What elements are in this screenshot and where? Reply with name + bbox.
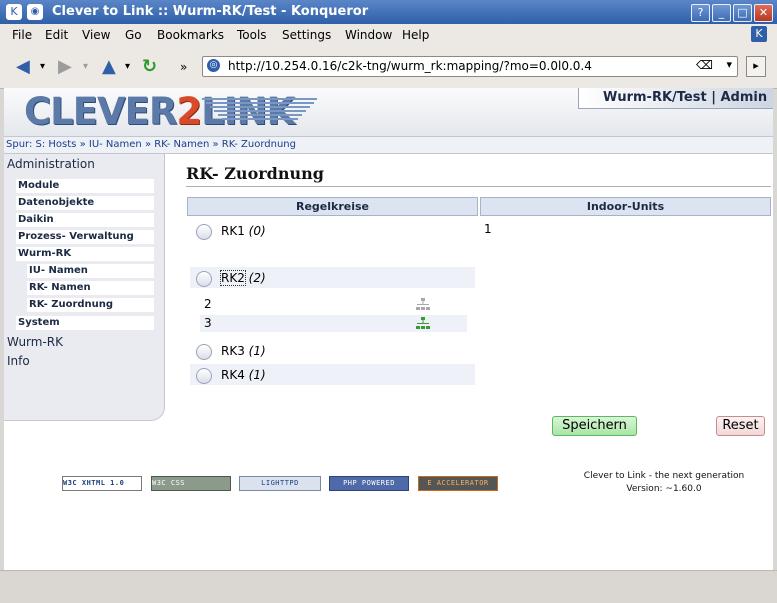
site-favicon-icon: ◎: [207, 59, 220, 72]
sidebar-item-daikin[interactable]: Daikin: [16, 213, 154, 227]
column-header-regelkreise: Regelkreise: [187, 197, 478, 216]
site-header: CLEVER2LINK Wurm-RK/Test | Admin: [4, 88, 773, 137]
rk-row-rk3[interactable]: RK3 (1): [190, 340, 475, 361]
sidebar-item-rk-zuordnung[interactable]: RK- Zuordnung: [27, 298, 154, 312]
status-bar: [0, 570, 777, 603]
up-icon[interactable]: ▲: [102, 56, 116, 77]
breadcrumb-text[interactable]: Spur: S: Hosts » IU- Namen » RK- Namen »…: [6, 139, 296, 150]
sidebar: Administration Module Datenobjekte Daiki…: [4, 154, 165, 421]
rk2-unit-row[interactable]: 2: [200, 296, 467, 313]
rk-row-rk4[interactable]: RK4 (1): [190, 364, 475, 385]
go-button[interactable]: ▸: [746, 56, 766, 77]
rk1-count: (0): [248, 224, 266, 238]
close-button[interactable]: ✕: [754, 4, 773, 22]
breadcrumb[interactable]: Spur: S: Hosts » IU- Namen » RK- Namen »…: [4, 137, 773, 154]
sidebar-item-wurm-rk[interactable]: Wurm-RK: [5, 334, 155, 350]
rk2-count: (2): [248, 271, 266, 285]
forward-dropdown-icon[interactable]: ▾: [83, 61, 88, 72]
footer-version: Version: ~1.60.0: [626, 484, 702, 494]
rk-row-rk2[interactable]: RK2 (2): [190, 267, 475, 288]
sidebar-item-iu-namen[interactable]: IU- Namen: [27, 264, 154, 278]
up-dropdown-icon[interactable]: ▾: [125, 61, 130, 72]
sidebar-item-system[interactable]: System: [16, 316, 154, 330]
menu-edit[interactable]: Edit: [45, 28, 68, 42]
menu-bookmarks[interactable]: Bookmarks: [157, 28, 224, 42]
php-powered-badge[interactable]: PHP POWERED: [329, 476, 409, 491]
menu-go[interactable]: Go: [125, 28, 142, 42]
navigation-toolbar: ◀ ▾ ▶ ▾ ▲ ▾ ↻ » ◎ http://10.254.0.16/c2k…: [0, 46, 777, 89]
url-input[interactable]: ◎ http://10.254.0.16/c2k-tng/wurm_rk:map…: [202, 56, 738, 77]
reset-button[interactable]: Reset: [716, 416, 765, 436]
rk2-label: RK2: [220, 270, 246, 286]
eaccelerator-badge[interactable]: E ACCELERATOR: [418, 476, 498, 491]
tree-grey-icon[interactable]: [416, 298, 430, 312]
menu-view[interactable]: View: [82, 28, 110, 42]
konqueror-app-icon[interactable]: K: [6, 4, 22, 20]
menu-settings[interactable]: Settings: [282, 28, 331, 42]
more-icon[interactable]: »: [180, 60, 187, 74]
sidebar-item-datenobjekte[interactable]: Datenobjekte: [16, 196, 154, 210]
menu-bar: File Edit View Go Bookmarks Tools Settin…: [0, 24, 777, 46]
menu-help[interactable]: Help: [402, 28, 429, 42]
rk1-radio[interactable]: [196, 224, 212, 240]
window-menu-icon[interactable]: ◉: [27, 4, 43, 20]
unit-value: 2: [204, 297, 212, 311]
rk4-label: RK4: [221, 368, 245, 382]
sidebar-item-administration[interactable]: Administration: [5, 156, 155, 172]
url-text[interactable]: http://10.254.0.16/c2k-tng/wurm_rk:mappi…: [228, 59, 592, 73]
kde-logo-icon: K: [751, 26, 767, 42]
back-icon[interactable]: ◀: [16, 56, 30, 77]
tree-green-icon[interactable]: [416, 317, 430, 331]
w3c-css-badge[interactable]: W3C CSS: [151, 476, 231, 491]
lighttpd-badge[interactable]: LIGHTTPD: [239, 476, 321, 491]
rk4-radio[interactable]: [196, 368, 212, 384]
rk2-unit-row[interactable]: 3: [200, 315, 467, 332]
minimize-button[interactable]: _: [712, 4, 731, 22]
rk-row-rk1[interactable]: RK1 (0): [190, 220, 475, 241]
w3c-xhtml-badge[interactable]: W3C XHTML 1.0: [62, 476, 142, 491]
help-window-button[interactable]: ?: [691, 4, 710, 22]
unit-value: 3: [204, 316, 212, 330]
rk1-label: RK1: [221, 224, 245, 238]
column-header-indoor-units: Indoor-Units: [480, 197, 771, 216]
url-history-dropdown-icon[interactable]: ▾: [726, 58, 732, 71]
rk4-count: (1): [248, 368, 266, 382]
back-dropdown-icon[interactable]: ▾: [40, 61, 45, 72]
web-page: CLEVER2LINK Wurm-RK/Test | Admin Spur: S…: [4, 88, 773, 570]
rk3-label: RK3: [221, 344, 245, 358]
forward-icon[interactable]: ▶: [58, 56, 72, 77]
sidebar-item-info[interactable]: Info: [5, 353, 155, 369]
save-button[interactable]: Speichern: [552, 416, 637, 436]
window-titlebar[interactable]: K ◉ Clever to Link :: Wurm-RK/Test - Kon…: [0, 0, 777, 24]
page-title: RK- Zuordnung: [186, 164, 324, 183]
rk3-radio[interactable]: [196, 344, 212, 360]
footer-info: Clever to Link - the next generation Ver…: [574, 470, 754, 496]
sidebar-item-wurm-rk-admin[interactable]: Wurm-RK: [16, 247, 154, 261]
footer-tagline: Clever to Link - the next generation: [583, 471, 745, 481]
rk3-count: (1): [248, 344, 266, 358]
reload-icon[interactable]: ↻: [142, 56, 157, 77]
title-divider: [186, 186, 771, 187]
user-context-text: Wurm-RK/Test | Admin: [603, 90, 768, 105]
window-title: Clever to Link :: Wurm-RK/Test - Konquer…: [52, 4, 369, 19]
menu-tools[interactable]: Tools: [237, 28, 267, 42]
menu-window[interactable]: Window: [345, 28, 392, 42]
menu-file[interactable]: File: [12, 28, 32, 42]
sidebar-item-module[interactable]: Module: [16, 179, 154, 193]
logo-stripes: [202, 98, 317, 124]
clear-url-icon[interactable]: ⌫: [696, 58, 713, 72]
user-context-box: Wurm-RK/Test | Admin: [578, 88, 773, 109]
maximize-button[interactable]: □: [733, 4, 752, 22]
sidebar-item-rk-namen[interactable]: RK- Namen: [27, 281, 154, 295]
rk2-radio[interactable]: [196, 271, 212, 287]
indoor-unit-value: 1: [484, 222, 492, 236]
sidebar-item-prozess-verwaltung[interactable]: Prozess- Verwaltung: [16, 230, 154, 244]
